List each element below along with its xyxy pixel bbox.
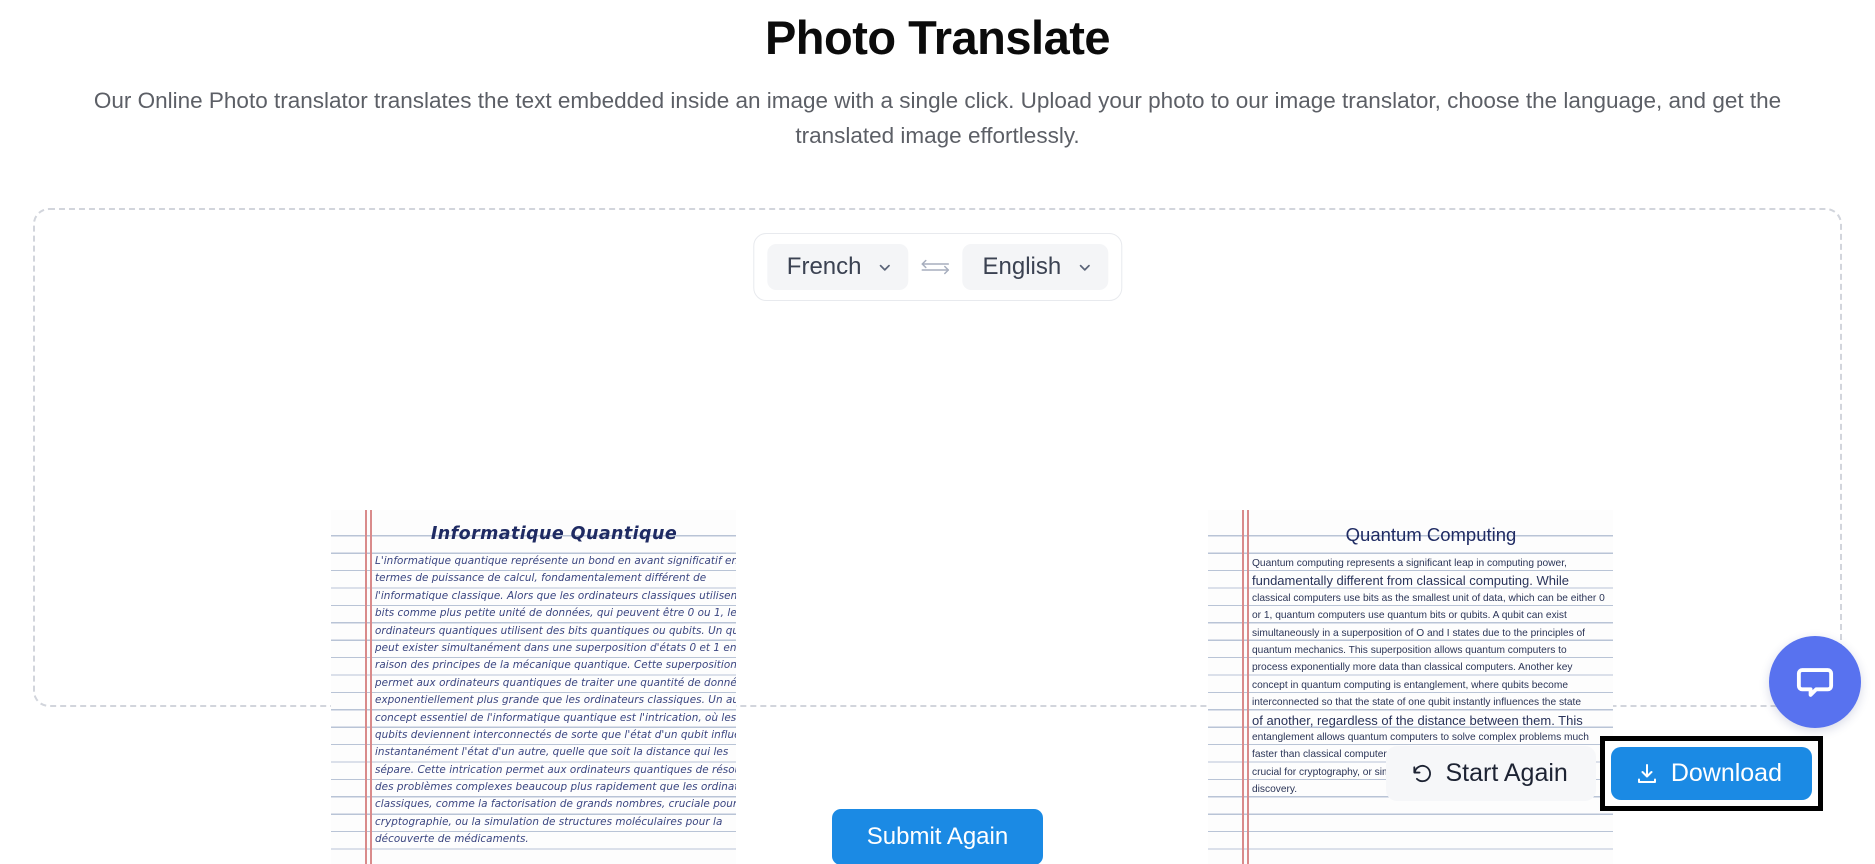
target-language-select[interactable]: English xyxy=(962,244,1109,290)
document-line: bits comme plus petite unité de données,… xyxy=(375,607,736,620)
source-language-label: French xyxy=(786,253,862,280)
start-again-button[interactable]: Start Again xyxy=(1385,746,1596,801)
source-document-body: Informatique Quantique L'informatique qu… xyxy=(375,510,736,849)
document-line: des problèmes complexes beaucoup plus ra… xyxy=(375,781,736,794)
download-label: Download xyxy=(1670,759,1782,787)
document-line: concept in quantum computing is entangle… xyxy=(1252,679,1569,691)
swap-horizontal-icon[interactable] xyxy=(918,256,952,278)
document-line: exponentiellement plus grande que les or… xyxy=(375,694,736,707)
result-panel: French English Informatique Quantique L'… xyxy=(33,208,1842,864)
chevron-down-icon xyxy=(1077,260,1092,275)
document-line: of another, regardless of the distance b… xyxy=(1252,712,1583,728)
document-line: raison des principes de la mécanique qua… xyxy=(375,659,736,672)
download-icon xyxy=(1635,762,1659,786)
document-line: qubits deviennent interconnectés de sort… xyxy=(375,728,736,741)
document-line: or 1, quantum computers use quantum bits… xyxy=(1252,610,1567,622)
document-line: Quantum computing represents a significa… xyxy=(1252,558,1567,569)
document-line: quantum mechanics. This superposition al… xyxy=(1252,644,1567,656)
page-subtitle: Our Online Photo translator translates t… xyxy=(93,88,1782,148)
document-line: permet aux ordinateurs quantiques de tra… xyxy=(375,676,736,689)
undo-arrow-icon xyxy=(1410,762,1433,785)
submit-again-button[interactable]: Submit Again xyxy=(831,809,1044,864)
submit-again-container: Submit Again xyxy=(0,809,1875,864)
document-line: fundamentally different from classical c… xyxy=(1252,573,1569,589)
source-language-select[interactable]: French xyxy=(766,244,909,290)
page-title: Photo Translate xyxy=(764,11,1111,64)
source-document-text: L'informatique quantique représente un b… xyxy=(375,553,736,849)
document-line: instantanément l'état d'un autre, quelle… xyxy=(375,746,729,759)
document-line: classical computers use bits as the smal… xyxy=(1252,592,1605,604)
document-line: termes de puissance de calcul, fondament… xyxy=(375,572,707,585)
document-line: concept essentiel de l'informatique quan… xyxy=(375,711,736,724)
document-line: peut exister simultanément dans une supe… xyxy=(375,641,736,654)
document-line: L'informatique quantique représente un b… xyxy=(375,555,736,567)
start-again-label: Start Again xyxy=(1445,759,1568,787)
result-actions: Start Again Download xyxy=(1385,736,1823,811)
document-line: sépare. Cette intrication permet aux ord… xyxy=(375,763,736,776)
document-line: process exponentially more data than cla… xyxy=(1252,662,1573,674)
photo-translate-page: Photo Translate Our Online Photo transla… xyxy=(0,9,1875,864)
translated-document-title: Quantum Computing xyxy=(1345,524,1517,545)
chat-bubble-icon xyxy=(1793,660,1837,704)
document-line: simultaneously in a superposition of O a… xyxy=(1252,627,1585,639)
chevron-down-icon xyxy=(877,260,892,275)
download-button[interactable]: Download xyxy=(1610,747,1812,800)
document-line: interconnected so that the state of one … xyxy=(1252,697,1582,709)
download-highlight-outline: Download xyxy=(1599,736,1823,811)
chat-widget-button[interactable] xyxy=(1769,636,1861,728)
language-selector-bar: French English xyxy=(752,233,1123,301)
document-line: ordinateurs quantiques utilisent des bit… xyxy=(375,624,736,637)
document-line: l'informatique classique. Alors que les … xyxy=(375,589,736,602)
source-document-title: Informatique Quantique xyxy=(430,524,678,544)
target-language-label: English xyxy=(982,253,1062,280)
